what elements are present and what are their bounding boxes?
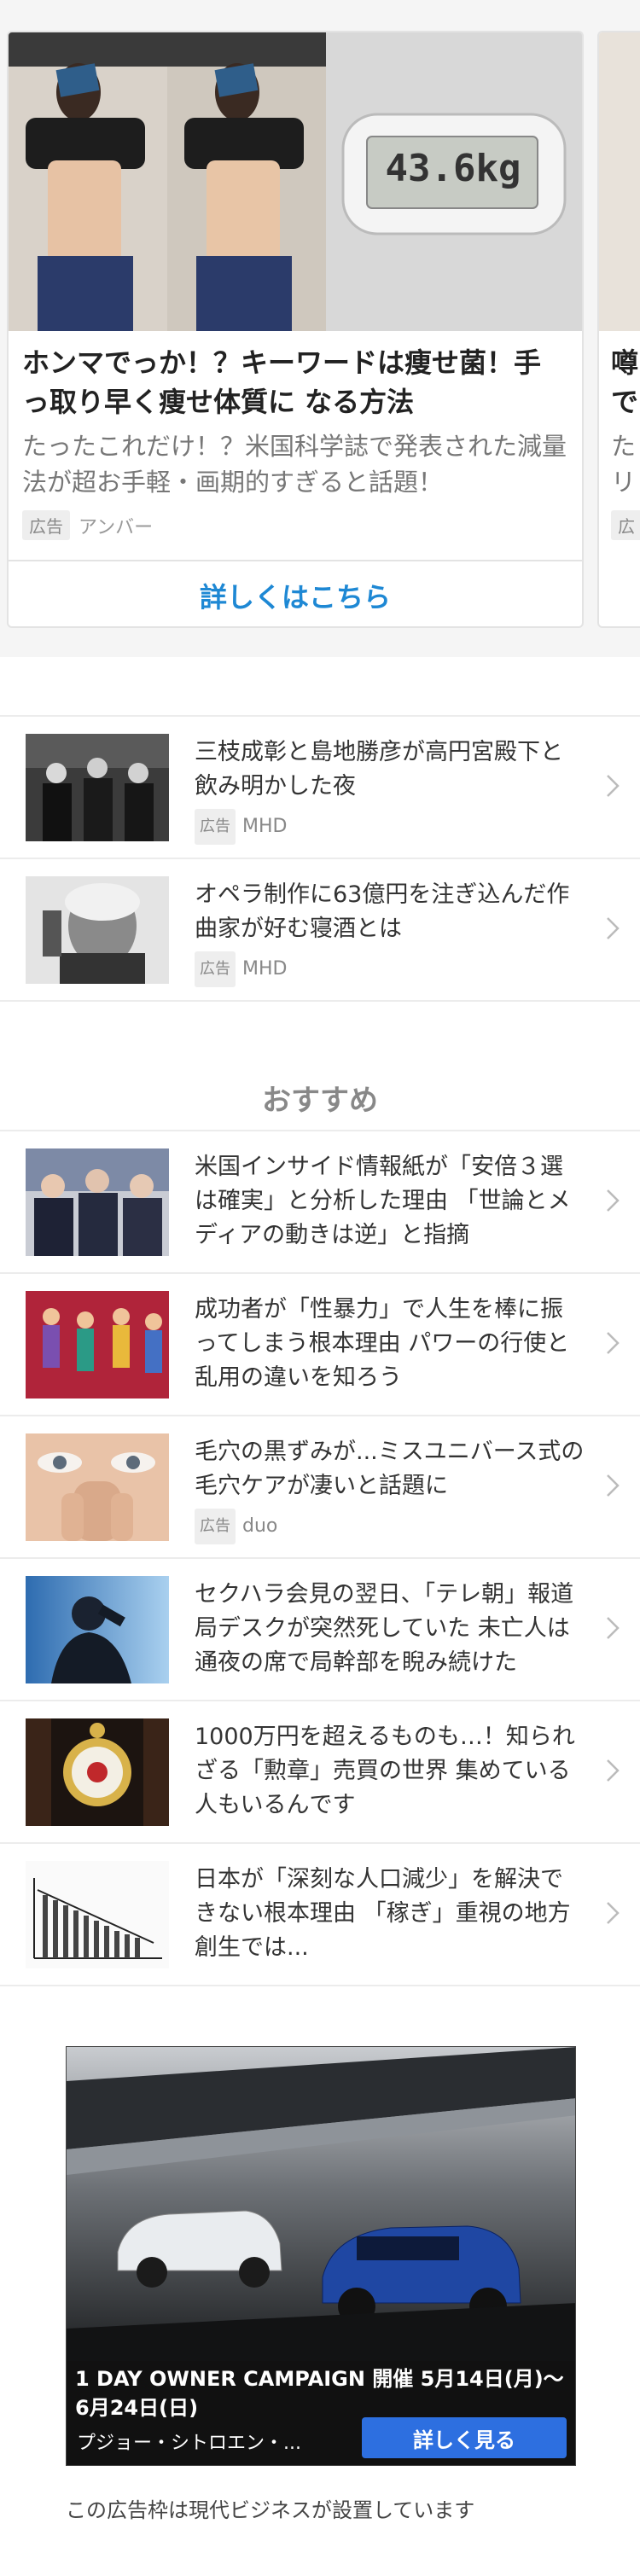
list-item[interactable]: 毛穴の黒ずみが...ミスユニバース式の毛穴ケアが凄いと話題に 広告 duo (0, 1416, 640, 1559)
banner-ad-caption: 1 DAY OWNER CAMPAIGN 開催 5月14日(月)〜6月24日(日… (75, 2367, 564, 2420)
banner-ad[interactable]: 1 DAY OWNER CAMPAIGN 開催 5月14日(月)〜6月24日(日… (66, 2046, 576, 2466)
thumbnail (26, 1291, 169, 1398)
chevron-right-icon (607, 1332, 620, 1354)
ad-card-title[interactable]: ホンマでっか！？キーワードは痩せ菌！手っ取り早く痩せ体質に なる方法 (22, 343, 567, 422)
scale-reading: 43.6kg (385, 147, 521, 190)
thumbnail (26, 1576, 169, 1683)
chevron-right-icon (607, 1189, 620, 1212)
chevron-right-icon (607, 917, 620, 939)
sponsor-name: MHD (242, 816, 288, 837)
see-details-button[interactable]: 詳しく見る (362, 2417, 567, 2458)
list-item[interactable]: オペラ制作に63億円を注ぎ込んだ作曲家が好む寝酒とは 広告 MHD (0, 859, 640, 1002)
chevron-right-icon (607, 1759, 620, 1782)
details-button[interactable]: 詳しくはこちら (9, 560, 582, 626)
list-item-title: オペラ制作に63億円を注ぎ込んだ作曲家が好む寝酒とは (195, 881, 570, 942)
banner-ad-advertiser: プジョー・シトロエン・... (77, 2433, 301, 2454)
list-item[interactable]: 1000万円を超えるものも…！知られざる「勲章」売買の世界 集めている人もいるん… (0, 1701, 640, 1844)
ad-carousel[interactable]: 43.6kg ホンマでっか！？キーワードは痩せ菌！手っ取り早く痩せ体質に なる方… (0, 0, 640, 657)
chevron-right-icon (607, 1902, 620, 1924)
ad-placement-note: この広告枠は現代ビジネスが設置しています (66, 2498, 475, 2522)
chevron-right-icon (607, 775, 620, 797)
list-item-title: セクハラ会見の翌日、「テレ朝」報道局デスクが突然死していた 未亡人は通夜の席で局… (195, 1581, 574, 1676)
ad-card-next[interactable]: 噂 で た リ 広 (597, 31, 640, 628)
list-item[interactable]: セクハラ会見の翌日、「テレ朝」報道局デスクが突然死していた 未亡人は通夜の席で局… (0, 1559, 640, 1701)
ad-card-next-image[interactable] (599, 32, 640, 331)
ad-badge: 広告 (195, 1509, 236, 1544)
list-item[interactable]: 三枝成彰と島地勝彦が高円宮殿下と飲み明かした夜 広告 MHD (0, 717, 640, 859)
thumbnail (26, 1861, 169, 1968)
sponsor-name: MHD (242, 958, 288, 980)
thumbnail (26, 1148, 169, 1256)
list-item-title: 日本が「深刻な人口減少」を解決できない根本理由 「稼ぎ」重視の地方創生では... (195, 1866, 571, 1961)
thumbnail (26, 876, 169, 984)
ad-badge: 広告 (195, 951, 236, 987)
list-item-title: 毛穴の黒ずみが...ミスユニバース式の毛穴ケアが凄いと話題に (195, 1439, 585, 1499)
ad-card-description: たったこれだけ！？米国科学誌で発表された減量法が超お手軽・画期的すぎると話題！ (22, 432, 567, 497)
ad-badge: 広告 (195, 809, 236, 845)
recommend-list: 米国インサイド情報紙が「安倍３選は確実」と分析した理由 「世論とメディアの動きは… (0, 1130, 640, 1986)
list-item[interactable]: 日本が「深刻な人口減少」を解決できない根本理由 「稼ぎ」重視の地方創生では... (0, 1844, 640, 1986)
banner-ad-image[interactable] (67, 2047, 575, 2361)
list-item-title: 米国インサイド情報紙が「安倍３選は確実」と分析した理由 「世論とメディアの動きは… (195, 1154, 571, 1248)
list-item-title: 三枝成彰と島地勝彦が高円宮殿下と飲み明かした夜 (195, 739, 563, 800)
ad-list: 三枝成彰と島地勝彦が高円宮殿下と飲み明かした夜 広告 MHD オペラ制作に63億… (0, 715, 640, 1002)
thumbnail (26, 734, 169, 841)
sponsor-name: アンバー (79, 516, 154, 538)
thumbnail (26, 1718, 169, 1826)
chevron-right-icon (607, 1617, 620, 1639)
ad-card-next-title[interactable]: 噂 で (611, 343, 640, 422)
sponsor-name: duo (242, 1515, 278, 1537)
chevron-right-icon (607, 1474, 620, 1497)
ad-badge: 広告 (22, 510, 70, 540)
ad-card-next-description: た リ (611, 432, 637, 497)
ad-card-main[interactable]: 43.6kg ホンマでっか！？キーワードは痩せ菌！手っ取り早く痩せ体質に なる方… (7, 31, 584, 628)
list-item[interactable]: 米国インサイド情報紙が「安倍３選は確実」と分析した理由 「世論とメディアの動きは… (0, 1131, 640, 1274)
list-item-title: 1000万円を超えるものも…！知られざる「勲章」売買の世界 集めている人もいるん… (195, 1724, 575, 1818)
thumbnail (26, 1433, 169, 1541)
list-item[interactable]: 成功者が「性暴力」で人生を棒に振ってしまう根本理由 パワーの行使と乱用の違いを知… (0, 1274, 640, 1416)
ad-badge: 広 (611, 510, 640, 540)
section-title: おすすめ (262, 1084, 378, 1118)
ad-card-image[interactable]: 43.6kg (9, 32, 582, 331)
list-item-title: 成功者が「性暴力」で人生を棒に振ってしまう根本理由 パワーの行使と乱用の違いを知… (195, 1296, 570, 1391)
